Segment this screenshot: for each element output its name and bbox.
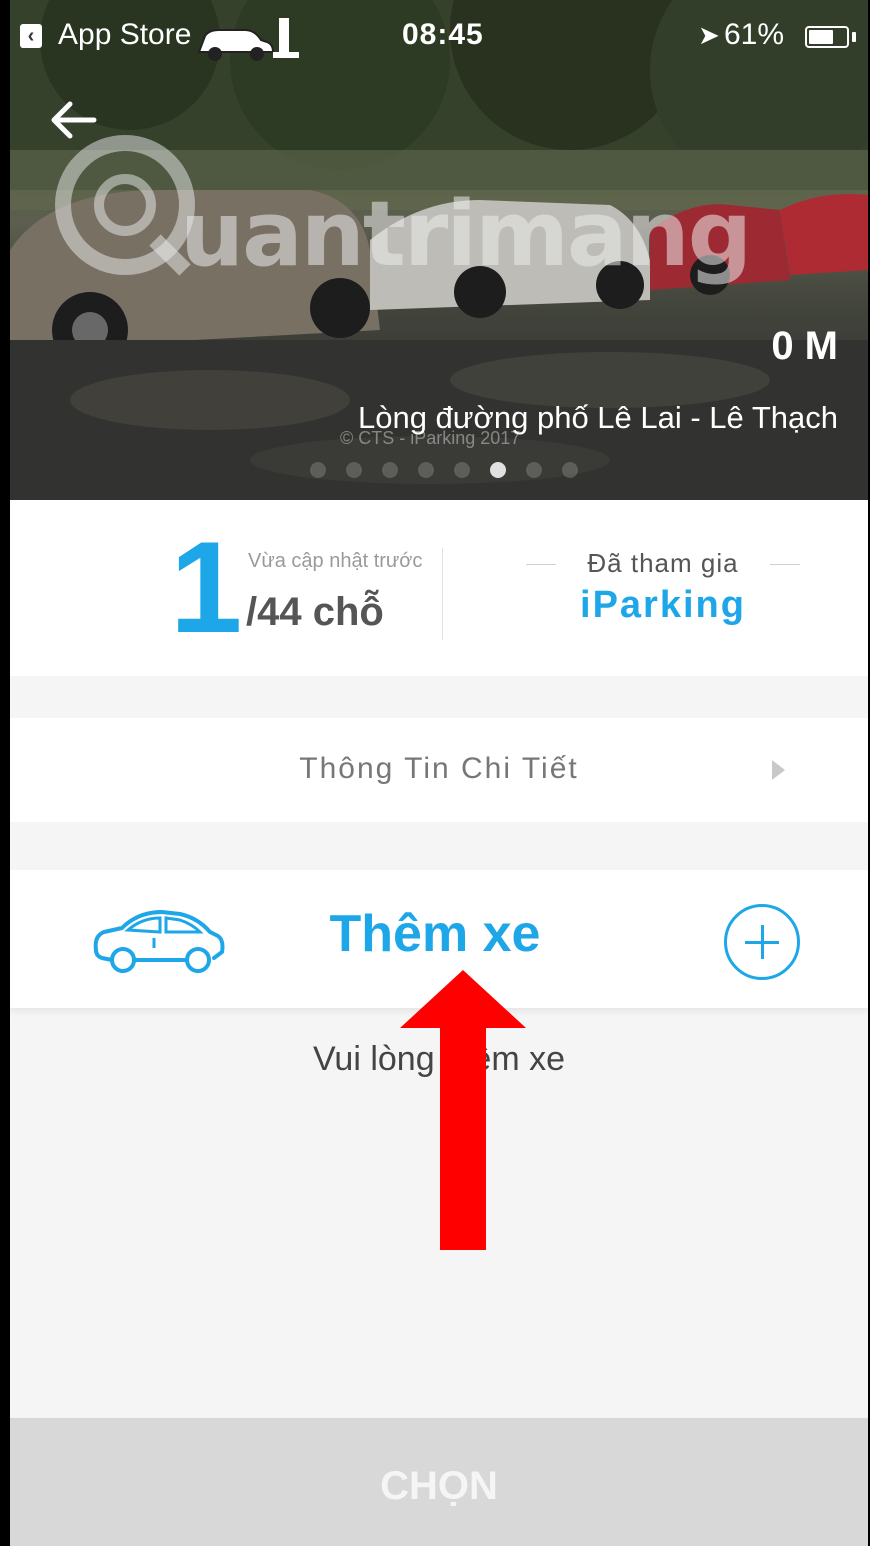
watermark-logo <box>50 130 200 285</box>
divider <box>442 548 443 640</box>
carousel-dot-active[interactable] <box>490 462 506 478</box>
distance-label: 0 M <box>771 324 838 368</box>
carousel-dot[interactable] <box>526 462 542 478</box>
status-bar: ‹ App Store 08:45 ➤ 61% <box>10 0 868 72</box>
carousel-dot[interactable] <box>346 462 362 478</box>
clock: 08:45 <box>402 18 484 51</box>
available-slots-count: 1 <box>170 514 243 660</box>
battery-percent: 61% <box>724 18 785 51</box>
joined-label: Đã tham gia <box>526 548 800 579</box>
choose-button[interactable]: CHỌN <box>10 1418 868 1546</box>
location-arrow-icon: ➤ <box>698 20 720 50</box>
app-screen: uantrimang © CTS - iParking 2017 ‹ App S… <box>10 0 868 1546</box>
chevron-right-icon <box>772 760 785 780</box>
carousel-dot[interactable] <box>382 462 398 478</box>
back-arrow-icon[interactable] <box>48 98 98 142</box>
choose-button-label: CHỌN <box>380 1464 498 1508</box>
updated-label: Vừa cập nhật trước <box>248 550 423 572</box>
total-slots: /44 chỗ <box>246 590 384 634</box>
watermark-text: uantrimang <box>180 182 752 287</box>
carousel-dot[interactable] <box>310 462 326 478</box>
details-label: Thông Tin Chi Tiết <box>299 752 579 785</box>
carousel-dot[interactable] <box>562 462 578 478</box>
back-to-app-icon[interactable]: ‹ <box>20 24 42 48</box>
carousel-dot[interactable] <box>454 462 470 478</box>
details-row[interactable]: Thông Tin Chi Tiết <box>10 718 868 822</box>
battery-tip-icon <box>852 32 856 42</box>
add-car-plus-button[interactable] <box>724 904 800 980</box>
carousel-indicator <box>10 462 868 478</box>
back-to-app-label[interactable]: App Store <box>58 18 191 52</box>
parking-address: Lòng đường phố Lê Lai - Lê Thạch <box>357 400 838 435</box>
parking-photo: uantrimang © CTS - iParking 2017 ‹ App S… <box>10 0 868 500</box>
battery-icon <box>805 26 849 48</box>
brand-name: iParking <box>580 584 746 626</box>
carousel-dot[interactable] <box>418 462 434 478</box>
iparking-car-logo-icon <box>197 18 299 61</box>
red-arrow-annotation <box>400 970 526 1250</box>
